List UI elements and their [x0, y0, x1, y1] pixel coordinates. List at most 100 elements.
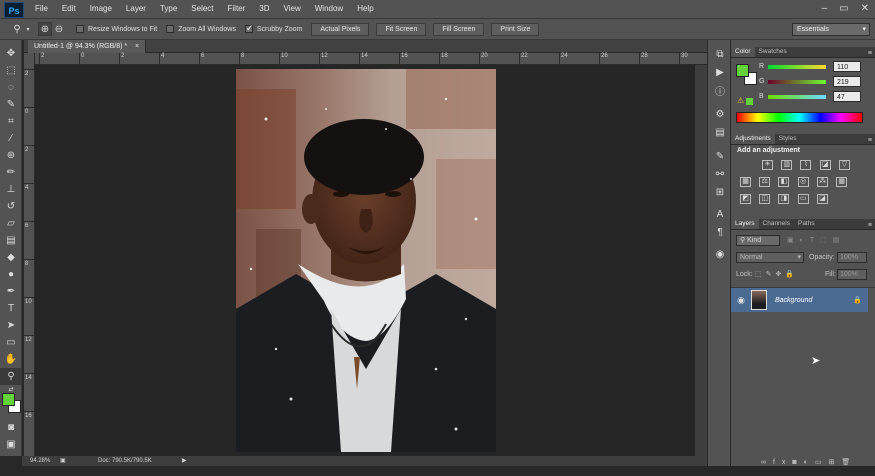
lock-options-icons[interactable]: ⬚✎✥🔒	[755, 270, 798, 278]
filter-type-icons[interactable]: ▣◐T⬚▤	[787, 236, 845, 244]
character-icon[interactable]: A	[708, 205, 732, 223]
layer-comps-icon[interactable]: ⚙	[708, 105, 732, 123]
fill-screen-button[interactable]: Fill Screen	[433, 22, 485, 36]
minimize-icon[interactable]: ‒	[822, 2, 828, 15]
document-image[interactable]	[236, 69, 496, 452]
fit-screen-button[interactable]: Fit Screen	[376, 22, 427, 36]
menu-image[interactable]: Image	[83, 0, 119, 18]
tab-adjustments[interactable]: Adjustments	[731, 134, 775, 144]
hand-tool-icon[interactable]: ✋	[0, 351, 22, 368]
print-size-button[interactable]: Print Size	[491, 22, 540, 36]
fill-input[interactable]: 100%	[837, 269, 867, 280]
foreground-color-swatch[interactable]	[2, 393, 15, 406]
vertical-scrollbar[interactable]	[695, 65, 707, 456]
menu-filter[interactable]: Filter	[221, 0, 253, 18]
chevron-down-icon[interactable]: ▾	[24, 22, 32, 36]
screen-mode-icon[interactable]: ▣	[0, 436, 22, 453]
posterize-icon[interactable]: ◫	[759, 194, 771, 204]
tab-paths[interactable]: Paths	[794, 219, 819, 229]
paragraph-icon[interactable]: ¶	[708, 223, 732, 241]
threshold-icon[interactable]: ◨	[778, 194, 790, 204]
blend-mode-select[interactable]: Normal ▾	[736, 252, 804, 263]
zoom-in-icon[interactable]: ⊕	[38, 22, 52, 36]
eyedropper-tool-icon[interactable]: ⁄	[0, 130, 22, 147]
menu-3d[interactable]: 3D	[252, 0, 276, 18]
zoom-level[interactable]: 94.28%	[30, 456, 50, 466]
panel-menu-icon[interactable]: ≡	[868, 222, 872, 229]
gradient-tool-icon[interactable]: ▤	[0, 232, 22, 249]
swap-colors-icon[interactable]: ⇄	[0, 385, 22, 393]
resize-windows-checkbox[interactable]: Resize Windows to Fit	[76, 25, 157, 33]
scrubby-zoom-checkbox[interactable]: Scrubby Zoom	[244, 23, 302, 34]
layer-thumbnail[interactable]	[751, 290, 767, 310]
green-slider[interactable]	[768, 79, 826, 84]
clone-stamp-tool-icon[interactable]: ⊥	[0, 181, 22, 198]
menu-layer[interactable]: Layer	[119, 0, 153, 18]
layers-footer-icons[interactable]: ∞fx◙◐▭⊞🗑	[731, 458, 875, 468]
color-spectrum-ramp[interactable]	[736, 112, 863, 123]
layer-row-background[interactable]: ◉ Background 🔒	[731, 288, 868, 312]
brightness-contrast-icon[interactable]: ☀	[762, 160, 773, 170]
menu-select[interactable]: Select	[184, 0, 220, 18]
menu-view[interactable]: View	[277, 0, 308, 18]
healing-brush-tool-icon[interactable]: ⊛	[0, 147, 22, 164]
blue-value-input[interactable]: 47	[833, 91, 861, 102]
pen-tool-icon[interactable]: ✒	[0, 283, 22, 300]
actual-pixels-button[interactable]: Actual Pixels	[311, 22, 370, 36]
tab-styles[interactable]: Styles	[775, 134, 801, 144]
info-icon[interactable]: ⓘ	[708, 81, 732, 99]
tab-channels[interactable]: Channels	[759, 219, 794, 229]
menu-edit[interactable]: Edit	[55, 0, 83, 18]
brush-tool-icon[interactable]: ✏	[0, 164, 22, 181]
gamut-color-chip[interactable]	[746, 98, 753, 105]
shape-tool-icon[interactable]: ▭	[0, 334, 22, 351]
black-white-icon[interactable]: ◧	[778, 177, 790, 187]
levels-icon[interactable]: ▥	[781, 160, 793, 170]
document-tab[interactable]: Untitled-1 @ 94.3% (RGB/8) * ×	[28, 40, 147, 53]
foreground-color-swatch[interactable]	[736, 64, 749, 77]
tab-layers[interactable]: Layers	[731, 219, 759, 229]
tab-swatches[interactable]: Swatches	[755, 47, 791, 57]
menu-type[interactable]: Type	[153, 0, 184, 18]
color-balance-icon[interactable]: ⚖	[759, 177, 771, 187]
layer-name[interactable]: Background	[775, 297, 812, 304]
lasso-tool-icon[interactable]: ◌	[0, 79, 22, 96]
red-slider[interactable]	[768, 64, 826, 69]
quick-selection-tool-icon[interactable]: ✎	[0, 96, 22, 113]
close-icon[interactable]: ✕	[861, 2, 869, 15]
panel-menu-icon[interactable]: ≡	[868, 50, 872, 57]
hue-saturation-icon[interactable]: ▦	[740, 177, 751, 187]
panel-menu-icon[interactable]: ≡	[868, 137, 872, 144]
close-icon[interactable]: ×	[135, 43, 139, 50]
workspace-select[interactable]: Essentials ▾	[792, 23, 870, 36]
crop-tool-icon[interactable]: ⌗	[0, 113, 22, 130]
brush-panel-icon[interactable]: ⚯	[708, 165, 732, 183]
status-menu-arrow-icon[interactable]: ▶	[182, 456, 187, 466]
glyphs-icon[interactable]: ◉	[708, 245, 732, 263]
channel-mixer-icon[interactable]: ⁂	[816, 177, 828, 187]
zoom-tool-preset-icon[interactable]: ⚲	[10, 22, 24, 36]
out-of-gamut-warning-icon[interactable]: ⚠	[737, 96, 744, 105]
exposure-icon[interactable]: ◪	[819, 160, 831, 170]
blue-slider[interactable]	[768, 94, 826, 99]
green-value-input[interactable]: 219	[833, 76, 861, 87]
red-value-input[interactable]: 110	[833, 61, 861, 72]
zoom-all-windows-checkbox[interactable]: Zoom All Windows	[166, 25, 236, 33]
quick-mask-icon[interactable]: ◙	[0, 419, 22, 436]
type-tool-icon[interactable]: T	[0, 300, 22, 317]
path-selection-tool-icon[interactable]: ➤	[0, 317, 22, 334]
dodge-tool-icon[interactable]: ●	[0, 266, 22, 283]
curves-icon[interactable]: ⌇	[800, 160, 812, 170]
actions-icon[interactable]: ▶	[708, 63, 732, 81]
vertical-ruler[interactable]: 2 0 2 4 6 8 10 12 14 16	[24, 53, 35, 456]
photo-filter-icon[interactable]: ◎	[797, 177, 809, 187]
menu-file[interactable]: File	[28, 0, 55, 18]
tab-color[interactable]: Color	[731, 47, 755, 57]
maximize-icon[interactable]: ▭	[839, 2, 848, 15]
clone-source-icon[interactable]: ⊞	[708, 183, 732, 201]
properties-icon[interactable]: ▤	[708, 123, 732, 141]
gradient-map-icon[interactable]: ▭	[797, 194, 809, 204]
color-lookup-icon[interactable]: ▦	[836, 177, 848, 187]
move-tool-icon[interactable]: ✥	[0, 45, 22, 62]
invert-icon[interactable]: ◩	[740, 194, 751, 204]
